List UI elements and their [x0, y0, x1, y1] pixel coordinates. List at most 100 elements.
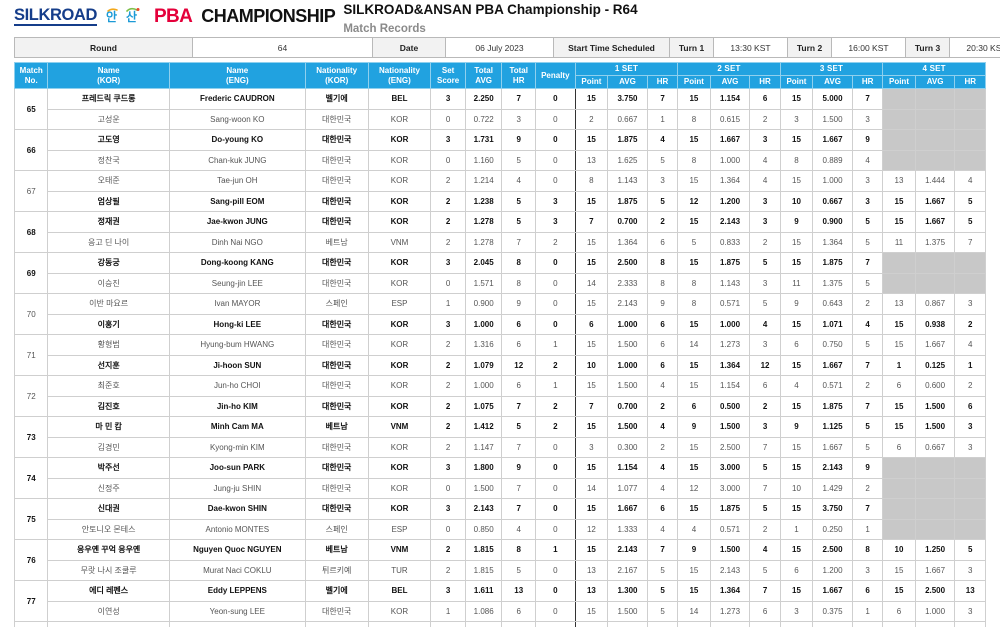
- player-name-eng-cell: Hong-ki LEE: [168, 313, 306, 335]
- table-row[interactable]: 신정주 Jung-ju SHIN 대한민국 KOR 0 1.500 7 0 14 1.077 4 12…: [15, 477, 986, 499]
- set-2-hr-cell: 4: [749, 539, 781, 561]
- table-row[interactable]: 68 정재권 Jae-kwon JUNG 대한민국 KOR 2 1.278 5 3 7 0.700 2…: [13, 211, 986, 253]
- total-avg-cell: 1.086: [464, 600, 503, 622]
- table-row[interactable]: 선지훈 Ji-hoon SUN 대한민국 KOR 2 1.079 12 2 10 1.000 6 15…: [15, 354, 986, 376]
- table-row[interactable]: 김경민 Kyong-min KIM 대한민국 KOR 2 1.147 7 0 3 0.300 2 15…: [15, 436, 986, 458]
- total-avg-cell: 1.815: [464, 539, 503, 561]
- table-row[interactable]: 78박한기Han-ki PARK대한민국KOR11.02260150.93831…: [13, 621, 986, 627]
- total-hr-cell: 9: [501, 457, 536, 479]
- set-3-point-cell: 6: [779, 334, 814, 356]
- nationality-kor-cell: 베트남: [304, 231, 369, 253]
- set-score-cell: 0: [430, 108, 466, 130]
- table-row[interactable]: 66 고도영 Do-young KO 대한민국 KOR 3 1.731 9 0 15 1.875 4 1…: [13, 129, 986, 171]
- nationality-kor-cell: 대한민국: [304, 272, 369, 294]
- set-3-hr-cell: 2: [851, 375, 884, 397]
- total-avg-cell: 1.214: [464, 170, 503, 192]
- table-row[interactable]: 67 오태준 Tae-jun OH 대한민국 KOR 2 1.214 4 0 8 1.143 3 15 1…: [13, 170, 986, 212]
- nationality-eng-cell: KOR: [367, 108, 432, 130]
- set-2-point-cell: 4: [677, 518, 711, 540]
- set-1-avg-cell: 0.938: [607, 621, 648, 627]
- col-set4-avg: AVG: [914, 75, 956, 89]
- set-2-avg-cell: 0.571: [709, 518, 751, 540]
- table-row[interactable]: 안토니오 몬테스 Antonio MONTES 스페인 ESP 0 0.850 4 0 12 1.…: [15, 518, 986, 540]
- player-name-eng-cell: Han-ki PARK: [168, 621, 306, 627]
- table-row[interactable]: 이연성 Yeon-sung LEE 대한민국 KOR 1 1.086 6 0 15 1.500 5 1…: [15, 600, 986, 622]
- set-2-hr-cell: 4: [749, 170, 781, 192]
- nationality-kor-cell: 대한민국: [304, 395, 369, 417]
- set-3-hr-cell: 7: [851, 395, 884, 417]
- nationality-eng-cell: KOR: [367, 272, 432, 294]
- set-4-avg-cell: [914, 88, 956, 110]
- set-1-hr-cell: 4: [646, 375, 679, 397]
- total-hr-cell: 6: [501, 334, 536, 356]
- set-1-hr-cell: 6: [646, 313, 679, 335]
- table-row[interactable]: 이홍기 Hong-ki LEE 대한민국 KOR 3 1.000 6 0 6 1.000 6 15 1.…: [15, 313, 986, 335]
- table-row[interactable]: 74 박주선 Joo-sun PARK 대한민국 KOR 3 1.800 9 0 15 1.154 4…: [13, 457, 986, 499]
- set-2-avg-cell: 0.571: [709, 293, 751, 315]
- col-set2-point: Point: [677, 75, 711, 89]
- set-2-point-cell: 8: [677, 149, 711, 171]
- nationality-eng-cell: KOR: [367, 457, 432, 479]
- table-row[interactable]: 응고 딘 나이 Dinh Nai NGO 베트남 VNM 2 1.278 7 2 15 1.364…: [15, 231, 986, 253]
- set-4-point-cell: [882, 457, 916, 479]
- table-row[interactable]: 무랏 나시 조쿨루 Murat Naci COKLU 튀르키예 TUR 2 1.815 5 0…: [15, 559, 986, 581]
- set-3-point-cell: 15: [779, 170, 814, 192]
- nationality-kor-cell: 대한민국: [304, 129, 369, 151]
- set-4-avg-cell: 1.500: [914, 395, 956, 417]
- table-row[interactable]: 엄상필 Sang-pill EOM 대한민국 KOR 2 1.238 5 3 15 1.875 5 1…: [15, 190, 986, 212]
- set-1-avg-cell: 1.667: [607, 498, 648, 520]
- table-row[interactable]: 70 이반 마요르 Ivan MAYOR 스페인 ESP 1 0.900 9 0 15 2.143 9…: [13, 293, 986, 335]
- set-2-point-cell: 12: [677, 190, 711, 212]
- table-row[interactable]: 71 황형범 Hyung-bum HWANG 대한민국 KOR 2 1.316 6 1 15 1.5…: [13, 334, 986, 376]
- total-avg-cell: 2.143: [464, 498, 503, 520]
- set-score-cell: 2: [430, 334, 466, 356]
- set-3-avg-cell: 1.429: [812, 477, 853, 499]
- nationality-eng-cell: KOR: [367, 436, 432, 458]
- set-1-avg-cell: 1.333: [607, 518, 648, 540]
- penalty-cell: 3: [534, 190, 576, 212]
- player-name-eng-cell: Nguyen Quoc NGUYEN: [168, 539, 306, 561]
- table-row[interactable]: 정찬국 Chan-kuk JUNG 대한민국 KOR 0 1.160 5 0 13 1.625 5 8…: [15, 149, 986, 171]
- set-2-avg-cell: 1.364: [709, 170, 751, 192]
- nationality-kor-cell: 대한민국: [304, 334, 369, 356]
- set-4-avg-cell: [914, 498, 956, 520]
- table-row[interactable]: 69 강동궁 Dong-koong KANG 대한민국 KOR 3 2.045 8 0 15 2.5…: [13, 252, 986, 294]
- set-1-point-cell: 15: [574, 252, 609, 274]
- set-2-avg-cell: 1.000: [709, 313, 751, 335]
- set-2-hr-cell: 6: [749, 375, 781, 397]
- round-label: Round: [14, 37, 193, 58]
- set-2-hr-cell: 7: [749, 436, 781, 458]
- nationality-kor-cell: 튀르키예: [304, 559, 369, 581]
- set-2-point-cell: 5: [677, 231, 711, 253]
- table-row[interactable]: 73 마 민 캄 Minh Cam MA 베트남 VNM 2 1.412 5 2 15 1.500 4…: [13, 416, 986, 458]
- set-2-point-cell: 15: [677, 211, 711, 233]
- set-2-avg-cell: 3.000: [709, 457, 751, 479]
- nationality-kor-cell: 대한민국: [304, 498, 369, 520]
- nationality-eng-cell: BEL: [367, 580, 432, 602]
- table-row[interactable]: 75 신대권 Dae-kwon SHIN 대한민국 KOR 3 2.143 7 0 15 1.667…: [13, 498, 986, 540]
- set-3-hr-cell: 1: [851, 600, 884, 622]
- table-row[interactable]: 77 에디 레펜스 Eddy LEPPENS 벨기에 BEL 3 1.611 13 0 13 1.3…: [13, 580, 986, 622]
- set-2-avg-cell: 1.200: [709, 190, 751, 212]
- table-row[interactable]: 김진호 Jin-ho KIM 대한민국 KOR 2 1.075 7 2 7 0.700 2 6 0.50…: [15, 395, 986, 417]
- set-4-hr-cell: [954, 498, 986, 520]
- set-1-point-cell: 15: [574, 190, 609, 212]
- table-row[interactable]: 76 응우옌 꾸억 응우옌 Nguyen Quoc NGUYEN 베트남 VNM 2 1.8…: [13, 539, 986, 581]
- penalty-cell: 0: [534, 477, 576, 499]
- set-3-hr-cell: 6: [851, 621, 884, 627]
- ansan-city-logo-icon: 안 산: [106, 7, 146, 25]
- set-3-point-cell: 4: [779, 375, 814, 397]
- set-1-hr-cell: 4: [646, 457, 679, 479]
- player-name-kor-cell: 선지훈: [47, 354, 170, 376]
- player-name-eng-cell: Yeon-sung LEE: [168, 600, 306, 622]
- set-4-point-cell: 15: [882, 395, 916, 417]
- table-row[interactable]: 이승진 Seung-jin LEE 대한민국 KOR 0 1.571 8 0 14 2.333 8 8…: [15, 272, 986, 294]
- table-row[interactable]: 고성운 Sang-woon KO 대한민국 KOR 0 0.722 3 0 2 0.667 1 8 0.…: [15, 108, 986, 130]
- penalty-cell: 2: [534, 416, 576, 438]
- set-3-hr-cell: 7: [851, 354, 884, 376]
- table-row[interactable]: 72 최준호 Jun-ho CHOI 대한민국 KOR 2 1.000 6 1 15 1.500 4 1…: [13, 375, 986, 417]
- total-avg-cell: 1.800: [464, 457, 503, 479]
- table-row[interactable]: 65 프레드릭 쿠드롱 Frederic CAUDRON 벨기에 BEL 3 2.250 7 0…: [13, 88, 986, 130]
- player-name-eng-cell: Dae-kwon SHIN: [168, 498, 306, 520]
- set-3-hr-cell: 7: [851, 88, 884, 110]
